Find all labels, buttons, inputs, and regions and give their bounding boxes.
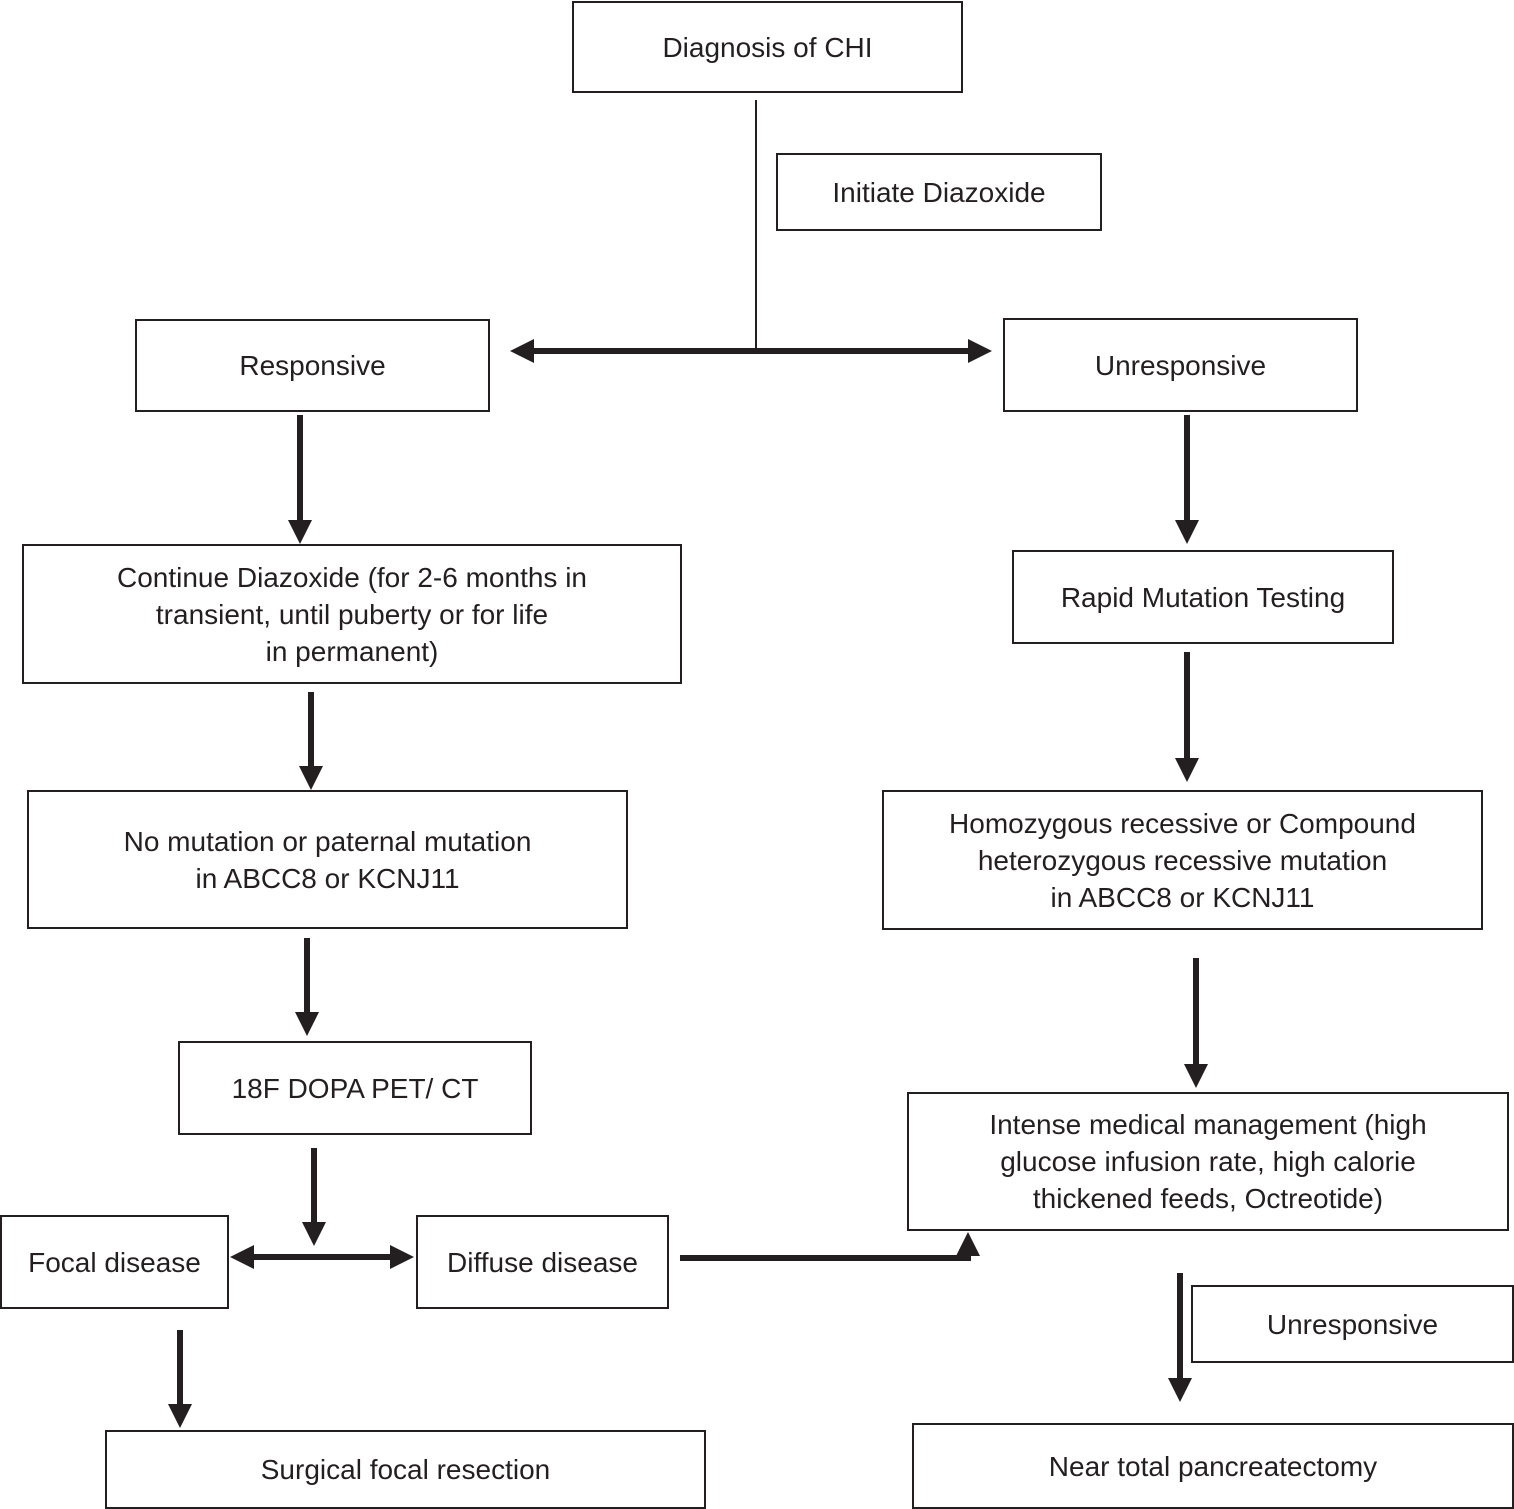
node-surgical-resection: Surgical focal resection bbox=[105, 1430, 706, 1509]
node-diffuse-disease: Diffuse disease bbox=[416, 1215, 669, 1309]
node-unresponsive-label: Unresponsive bbox=[1191, 1285, 1514, 1363]
node-responsive: Responsive bbox=[135, 319, 490, 412]
node-focal-disease: Focal disease bbox=[0, 1215, 229, 1309]
node-no-mutation: No mutation or paternal mutation in ABCC… bbox=[27, 790, 628, 929]
node-initiate-diazoxide: Initiate Diazoxide bbox=[776, 153, 1102, 231]
node-pancreatectomy: Near total pancreatectomy bbox=[912, 1423, 1514, 1509]
node-diagnosis: Diagnosis of CHI bbox=[572, 1, 963, 93]
node-unresponsive: Unresponsive bbox=[1003, 318, 1358, 412]
node-intense-management: Intense medical management (high glucose… bbox=[907, 1092, 1509, 1231]
node-pet-ct: 18F DOPA PET/ CT bbox=[178, 1041, 532, 1135]
node-rapid-mutation-testing: Rapid Mutation Testing bbox=[1012, 550, 1394, 644]
arrow-diffuse-intense bbox=[680, 1232, 980, 1261]
node-continue-diazoxide: Continue Diazoxide (for 2-6 months in tr… bbox=[22, 544, 682, 684]
node-homozygous: Homozygous recessive or Compound heteroz… bbox=[882, 790, 1483, 930]
